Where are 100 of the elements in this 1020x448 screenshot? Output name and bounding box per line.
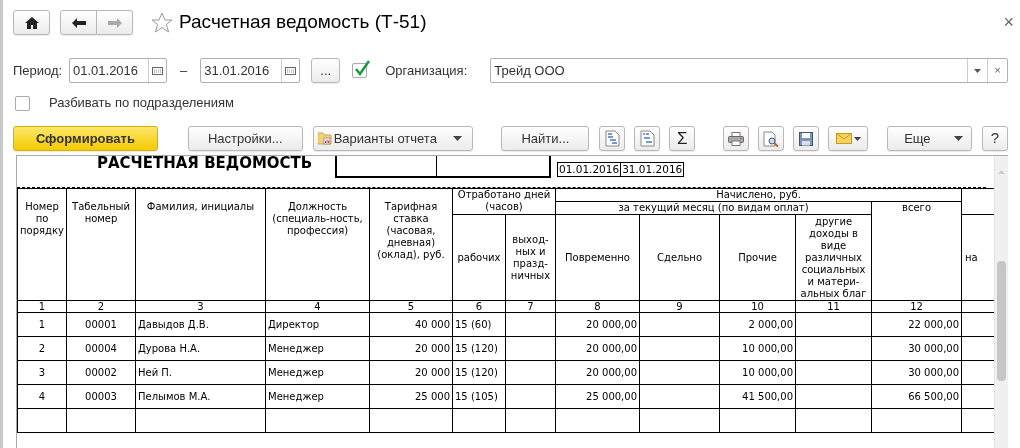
table-cell: 30 000,00 (908, 342, 960, 354)
table-cell: 20 000 (415, 342, 450, 354)
column-header: Отработано дней (часов) (457, 189, 551, 212)
caret-icon (453, 136, 463, 141)
table-cell: 20 000,00 (586, 366, 637, 378)
table-cell: 20 000,00 (586, 318, 637, 330)
column-number: 5 (407, 301, 415, 312)
checkbox[interactable] (15, 95, 30, 111)
report-date: 01.01.2016 (557, 162, 622, 177)
table-cell: 40 000 (415, 318, 450, 330)
column-header: на (965, 251, 978, 263)
column-number: 7 (527, 301, 534, 312)
dash-separator: – (180, 61, 188, 80)
table-cell: 41 500,00 (742, 390, 793, 402)
save-button[interactable] (793, 126, 820, 151)
date-field[interactable]: 01.01.2016 (69, 58, 167, 83)
table-cell: 2 000,00 (748, 318, 793, 330)
dropdown-icon[interactable] (974, 68, 981, 73)
print-button[interactable] (723, 126, 750, 151)
column-header: Тарифная ставка (часовая, дневная) (оклад), руб. (377, 201, 445, 260)
scrollbar[interactable] (994, 156, 1008, 448)
table-cell: 25 000 (415, 390, 450, 402)
expand-groups-button[interactable] (599, 126, 626, 151)
forward-arrow-icon (107, 17, 122, 28)
checkbox-label: Разбивать по подразделениям (49, 94, 234, 113)
back-button[interactable] (60, 10, 97, 35)
table-cell: Директор (268, 318, 320, 330)
calendar-icon[interactable] (285, 66, 297, 75)
table-cell: Ней П. (138, 366, 173, 378)
table-cell: 22 000,00 (908, 318, 960, 330)
table-cell: 3 (38, 366, 46, 378)
report-title: РАСЧЕТНАЯ ВЕДОМОСТЬ (97, 156, 314, 171)
sum-button[interactable]: Σ (669, 126, 696, 151)
column-header: выход-ных и празд-ничных (510, 233, 551, 281)
settings-button[interactable]: Настройки... (187, 126, 303, 151)
column-number: 11 (827, 301, 840, 312)
more-button[interactable]: Еще (887, 126, 973, 151)
column-number: 4 (314, 301, 321, 312)
caret-icon (853, 136, 861, 141)
column-header: другие доходы в виде различных социальных и матери-альных благ (800, 215, 867, 299)
column-number: 8 (594, 301, 601, 312)
table-cell: 10 000,00 (742, 366, 793, 378)
table-cell: 10 000,00 (742, 342, 793, 354)
table-cell: 2 (38, 342, 46, 354)
clear-button[interactable]: × (987, 59, 1007, 82)
table-cell: 20 000,00 (586, 342, 637, 354)
table-cell: Менеджер (268, 366, 324, 378)
table-cell: 1 (38, 318, 46, 330)
checkmark-icon (354, 60, 371, 77)
column-header: за текущий месяц (по видам оплат) (618, 202, 809, 213)
column-number: 6 (475, 301, 483, 312)
column-number: 12 (910, 301, 923, 312)
column-header: всего (902, 202, 931, 213)
date-field[interactable]: 01.01.2016 (70, 59, 148, 82)
table-cell: 00001 (85, 318, 117, 330)
document-icon (604, 130, 620, 147)
date-field[interactable]: 31.01.2016 (201, 59, 282, 82)
table-cell: 15 (60) (455, 318, 492, 330)
calendar-icon[interactable] (152, 66, 163, 75)
send-email-button[interactable] (828, 126, 869, 151)
table-cell: 30 000,00 (908, 366, 960, 378)
home-button[interactable] (13, 10, 50, 35)
generate-button[interactable]: Сформировать (13, 126, 158, 151)
table-cell: 00003 (85, 390, 117, 402)
table-cell: 00002 (85, 366, 117, 378)
report-variants-button[interactable]: Варианты отчета (312, 126, 474, 151)
printer-icon (728, 131, 745, 146)
table-cell: Менеджер (268, 390, 324, 402)
collapse-groups-button[interactable] (634, 126, 661, 151)
organization-field[interactable]: Трейд ООО × (490, 58, 1008, 83)
table-cell: 66 500,00 (908, 390, 960, 402)
column-header: Табельный номер (72, 201, 130, 224)
table-cell: 25 000,00 (586, 390, 637, 402)
organization-label: Организация: (385, 61, 469, 80)
column-header: Прочие (738, 251, 777, 263)
table-cell: Давыдов Д.В. (138, 318, 209, 330)
column-header: Повременно (565, 251, 630, 263)
star-icon[interactable] (151, 12, 173, 33)
period-select-button[interactable]: ... (311, 58, 341, 83)
back-arrow-icon (71, 17, 86, 28)
document-magnifier-icon (763, 130, 780, 147)
close-button[interactable]: × (1003, 9, 1014, 36)
find-button[interactable]: Найти... (501, 126, 590, 151)
column-number: 3 (197, 301, 204, 312)
help-button[interactable]: ? (982, 126, 1008, 151)
table-cell: 20 000 (415, 366, 450, 378)
scroll-thumb[interactable] (997, 261, 1006, 381)
table-cell: Пелымов М.А. (138, 390, 211, 402)
column-header: Фамилия, инициалы (146, 201, 255, 212)
organization-field[interactable]: Трейд ООО (491, 59, 967, 82)
table-cell: Менеджер (268, 342, 324, 354)
date-field[interactable]: 31.01.2016 (200, 58, 301, 83)
table-cell: 15 (120) (455, 366, 498, 378)
checkbox[interactable] (352, 63, 368, 78)
preview-button[interactable] (758, 126, 785, 151)
envelope-icon (835, 133, 852, 144)
column-header: Должность (специаль-ность, профессия) (272, 201, 363, 236)
period-label: Период: (13, 61, 64, 80)
column-number: 1 (38, 301, 46, 312)
column-header: рабочих (457, 251, 501, 263)
